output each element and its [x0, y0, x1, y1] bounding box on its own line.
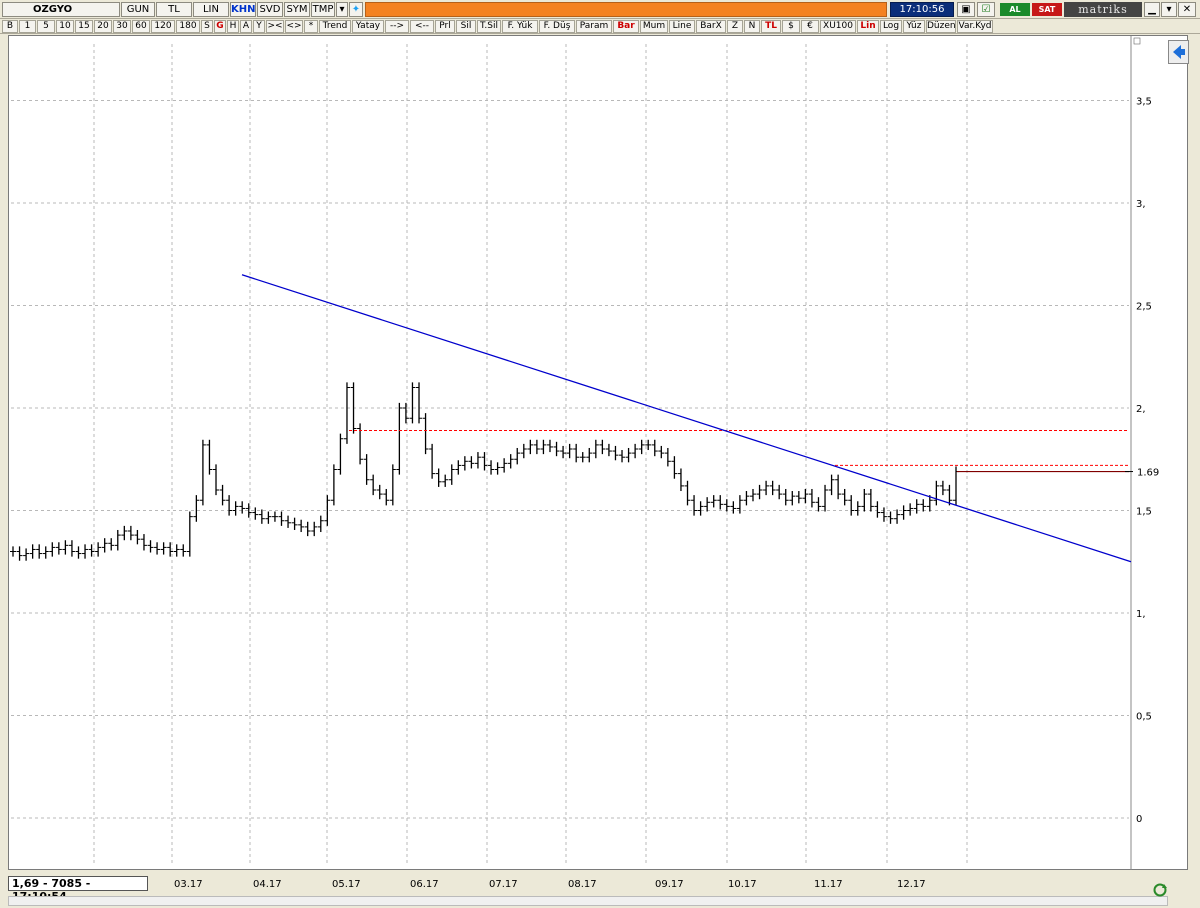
toolbar-button-13[interactable]: A [240, 20, 252, 33]
toolbar-button-39[interactable]: Log [880, 20, 902, 33]
dropdown-icon[interactable]: ▾ [336, 2, 348, 17]
toolbar-button-2[interactable]: 5 [37, 20, 55, 33]
toolbar-button-38[interactable]: Lin [857, 20, 879, 33]
trend-line[interactable] [241, 274, 1132, 563]
toolbar-button-40[interactable]: Yüz [903, 20, 925, 33]
toolbar-button-16[interactable]: <> [285, 20, 303, 33]
toolbar-button-42[interactable]: Var.Kyd [957, 20, 993, 33]
toolbar-button-0[interactable]: B [2, 20, 18, 33]
toolbar-button-4[interactable]: 15 [75, 20, 93, 33]
x-tick-label: 08.17 [568, 879, 597, 890]
close-button[interactable]: ✕ [1178, 2, 1196, 17]
app-window: OZGYO GUN TL LIN KHN SVD SYM TMP ▾ ✦ 17:… [0, 0, 1200, 908]
svd-button[interactable]: SVD [257, 2, 283, 17]
toolbar-button-6[interactable]: 30 [113, 20, 131, 33]
x-tick-label: 06.17 [410, 879, 439, 890]
tmp-button[interactable]: TMP [311, 2, 335, 17]
toolbar-button-18[interactable]: Trend [319, 20, 351, 33]
x-tick-label: 05.17 [332, 879, 361, 890]
dropdown-button[interactable]: ▾ [1161, 2, 1177, 17]
scale-lin-button[interactable]: LIN [193, 2, 229, 17]
sell-button[interactable]: SAT [1032, 3, 1062, 16]
toolbar-button-22[interactable]: Prl [435, 20, 455, 33]
y-tick-label: 3, [1136, 199, 1146, 210]
minimize-button[interactable]: ▁ [1144, 2, 1160, 17]
toolbar-button-25[interactable]: F. Yük [502, 20, 538, 33]
toolbar-button-7[interactable]: 60 [132, 20, 150, 33]
price-chart[interactable]: 0 0,5 1, 1,5 2, 2,5 3, 3,5 1.69 [8, 35, 1189, 871]
toolbar-button-31[interactable]: BarX [696, 20, 726, 33]
toolbar-button-20[interactable]: --> [385, 20, 409, 33]
window-icon[interactable]: ▣ [957, 2, 975, 17]
period-gun-button[interactable]: GUN [121, 2, 155, 17]
expand-panel-button[interactable] [1168, 40, 1189, 64]
main-toolbar: OZGYO GUN TL LIN KHN SVD SYM TMP ▾ ✦ 17:… [0, 0, 1200, 19]
toolbar-button-29[interactable]: Mum [640, 20, 668, 33]
toolbar-button-5[interactable]: 20 [94, 20, 112, 33]
x-tick-label: 04.17 [253, 879, 282, 890]
toolbar-button-12[interactable]: H [227, 20, 239, 33]
x-tick-label: 12.17 [897, 879, 926, 890]
clock-display: 17:10:56 [890, 2, 954, 17]
toolbar-button-36[interactable]: € [801, 20, 819, 33]
toolbar-button-34[interactable]: TL [761, 20, 781, 33]
toolbar-button-9[interactable]: 180 [176, 20, 200, 33]
chart-canvas[interactable]: 0 0,5 1, 1,5 2, 2,5 3, 3,5 1.69 [9, 36, 1189, 871]
twitter-icon[interactable]: ✦ [349, 2, 363, 17]
ticker-strip [365, 2, 887, 17]
toolbar-button-24[interactable]: T.Sil [477, 20, 501, 33]
checkbox-icon[interactable]: ☑ [977, 2, 995, 17]
toolbar-button-15[interactable]: >< [266, 20, 284, 33]
chart-toolbar: B 1 5 10 15 20 30 60 120 180 S G H A Y >< <> * Trend Yatay -… [0, 19, 1200, 34]
toolbar-button-35[interactable]: $ [782, 20, 800, 33]
y-tick-label: 1,5 [1136, 507, 1152, 518]
axis-corner-mark [1133, 37, 1141, 45]
last-price-label: 1.69 [1137, 468, 1159, 479]
toolbar-button-11[interactable]: G [214, 20, 226, 33]
symbol-box[interactable]: OZGYO [2, 2, 120, 17]
toolbar-button-32[interactable]: Z [727, 20, 743, 33]
status-readout: 1,69 - 7085 - 17:10:54 [8, 876, 148, 903]
y-tick-label: 0,5 [1136, 712, 1152, 723]
toolbar-button-30[interactable]: Line [669, 20, 695, 33]
currency-tl-button[interactable]: TL [156, 2, 192, 17]
arrow-left-icon [1173, 45, 1185, 59]
horizontal-scrollbar[interactable] [8, 896, 1168, 906]
toolbar-button-17[interactable]: * [304, 20, 318, 33]
khn-button[interactable]: KHN [230, 2, 256, 17]
toolbar-button-26[interactable]: F. Düş [539, 20, 575, 33]
toolbar-button-3[interactable]: 10 [56, 20, 74, 33]
toolbar-button-41[interactable]: Düzen [926, 20, 956, 33]
toolbar-button-23[interactable]: Sil [456, 20, 476, 33]
toolbar-button-8[interactable]: 120 [151, 20, 175, 33]
y-tick-label: 2, [1136, 404, 1146, 415]
y-tick-label: 1, [1136, 609, 1146, 620]
x-tick-label: 03.17 [174, 879, 203, 890]
refresh-icon[interactable] [1152, 882, 1168, 898]
toolbar-button-14[interactable]: Y [253, 20, 265, 33]
x-tick-label: 11.17 [814, 879, 843, 890]
buy-button[interactable]: AL [1000, 3, 1030, 16]
y-tick-label: 3,5 [1136, 97, 1152, 108]
y-tick-label: 0 [1136, 814, 1142, 825]
toolbar-button-33[interactable]: N [744, 20, 760, 33]
toolbar-button-10[interactable]: S [201, 20, 213, 33]
toolbar-button-27[interactable]: Param [576, 20, 612, 33]
sym-button[interactable]: SYM [284, 2, 310, 17]
y-tick-label: 2,5 [1136, 302, 1152, 313]
x-tick-label: 07.17 [489, 879, 518, 890]
toolbar-button-1[interactable]: 1 [19, 20, 36, 33]
toolbar-button-28[interactable]: Bar [613, 20, 639, 33]
x-tick-label: 09.17 [655, 879, 684, 890]
x-tick-label: 10.17 [728, 879, 757, 890]
brand-logo: matriks [1064, 2, 1142, 17]
toolbar-button-19[interactable]: Yatay [352, 20, 384, 33]
toolbar-button-21[interactable]: <-- [410, 20, 434, 33]
toolbar-button-37[interactable]: XU100 [820, 20, 856, 33]
